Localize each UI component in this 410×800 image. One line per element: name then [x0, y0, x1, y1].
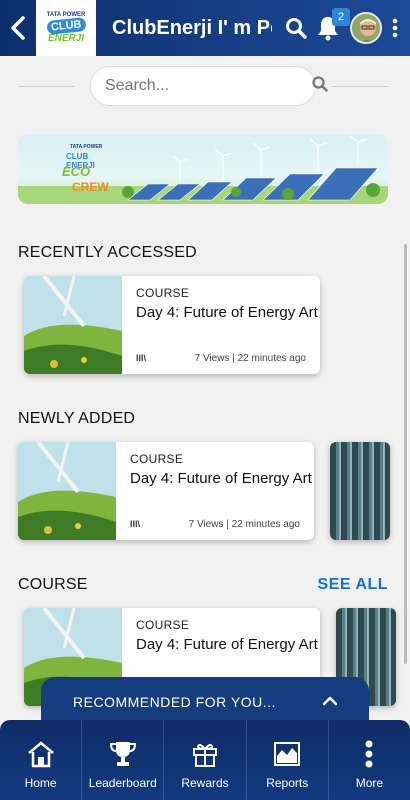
section-title-new: NEWLY ADDED — [18, 410, 136, 427]
course-thumbnail — [24, 276, 122, 374]
course-meta: 7 Views | 22 minutes ago — [188, 519, 300, 530]
course-card[interactable]: COURSE Day 4: Future of Energy Art lll\ … — [24, 276, 320, 374]
page-title: ClubEnerji I' m Po... — [112, 16, 272, 39]
banner-line3: ECO — [62, 164, 91, 179]
nav-label: Rewards — [181, 776, 229, 790]
chart-icon — [274, 742, 301, 766]
nav-label: Reports — [266, 776, 309, 790]
course-meta: 7 Views | 22 minutes ago — [194, 353, 306, 364]
avatar[interactable] — [350, 12, 382, 44]
library-icon: lll\ — [136, 353, 147, 363]
nav-label: Home — [24, 776, 57, 790]
trophy-icon — [109, 742, 136, 766]
chevron-up-icon[interactable] — [322, 693, 338, 711]
banner-line4: CREW — [72, 180, 109, 194]
nav-label: More — [355, 776, 384, 790]
divider — [332, 86, 388, 87]
nav-home[interactable]: Home — [0, 720, 83, 800]
nav-leaderboard[interactable]: Leaderboard — [82, 720, 165, 800]
search-input[interactable] — [105, 77, 312, 95]
search-box[interactable] — [90, 66, 328, 106]
home-icon — [27, 741, 54, 768]
back-arrow-icon[interactable] — [0, 0, 36, 56]
more-icon — [365, 740, 373, 768]
eco-crew-logo: TATA POWER CLUB ENERJI ECO CREW — [58, 142, 112, 198]
logo-line3: ENERJI — [47, 33, 85, 44]
more-vert-icon[interactable] — [388, 0, 402, 56]
recommended-label: RECOMMENDED FOR YOU... — [73, 694, 276, 710]
course-thumbnail — [18, 442, 116, 540]
nav-more[interactable]: More — [329, 720, 410, 800]
scrollbar[interactable] — [404, 244, 407, 664]
bottom-nav: Home Leaderboard Rewards Reports More — [0, 720, 410, 800]
search-icon[interactable] — [312, 75, 328, 97]
course-name: Day 4: Future of Energy Art — [136, 636, 318, 653]
section-title-course: COURSE — [18, 576, 88, 593]
course-type: COURSE — [136, 618, 190, 632]
search-icon[interactable] — [284, 0, 308, 56]
club-enerji-logo: TATA POWER CLUB ENERJI — [36, 0, 96, 56]
section-title-recent: RECENTLY ACCESSED — [18, 244, 197, 261]
library-icon: lll\ — [130, 519, 141, 529]
see-all-link[interactable]: SEE ALL — [318, 576, 388, 594]
search-row — [0, 66, 410, 106]
eco-crew-banner[interactable]: TATA POWER CLUB ENERJI ECO CREW — [18, 134, 388, 204]
course-name: Day 4: Future of Energy Art — [130, 470, 312, 487]
course-name: Day 4: Future of Energy Art — [136, 304, 318, 321]
course-card[interactable]: COURSE Day 4: Future of Energy Art lll\ … — [18, 442, 314, 540]
nav-reports[interactable]: Reports — [247, 720, 329, 800]
course-card-peek[interactable] — [330, 442, 390, 540]
nav-rewards[interactable]: Rewards — [164, 720, 247, 800]
course-info: COURSE Day 4: Future of Energy Art lll\ … — [116, 442, 314, 540]
notification-badge: 2 — [332, 8, 350, 26]
divider — [18, 86, 74, 87]
course-info: COURSE Day 4: Future of Energy Art lll\ … — [122, 276, 320, 374]
gift-icon — [193, 743, 217, 767]
course-type: COURSE — [136, 286, 190, 300]
course-type: COURSE — [130, 452, 184, 466]
banner-line1: TATA POWER — [70, 144, 103, 150]
nav-label: Leaderboard — [88, 776, 157, 790]
